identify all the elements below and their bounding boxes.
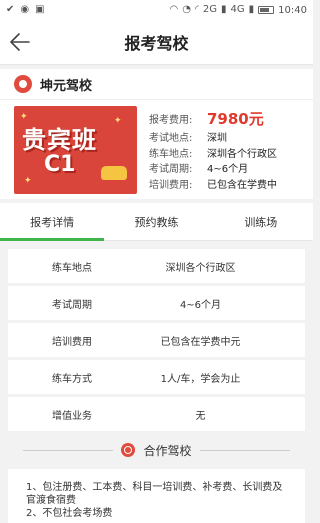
back-arrow-svg [10, 33, 30, 51]
detail-row-training-fee: 培训费用: 已包含在学费中 [149, 176, 299, 191]
row-label: 考试周期 [52, 299, 92, 311]
row-label-cell: 考试周期 [8, 296, 136, 311]
class-banner-image: ✦ ✦ ✦ 贵宾班 C1 [14, 106, 137, 194]
row-value: 已包含在学费中元 [160, 336, 241, 348]
school-header: 坤元驾校 [0, 69, 313, 99]
school-name: 坤元驾校 [40, 78, 93, 94]
section-title: 合作驾校 [143, 443, 192, 458]
fee-notes: 1、包注册费、工本费、科目一培训费、补考费、长训费及官渡食宿费 2、不包社会考场… [8, 469, 305, 523]
detail-label: 考试周期: [149, 164, 193, 176]
detail-list: 练车地点 深圳各个行政区 考试周期 4~6个月 培训费用 已包含在学费中元 练车… [0, 241, 313, 431]
signal-2g-label: 2G [202, 4, 218, 15]
list-item: 考试周期 4~6个月 [8, 286, 305, 320]
detail-value: 深圳 [207, 133, 227, 145]
detail-value: 已包含在学费中 [207, 179, 277, 191]
detail-row-exam-location: 考试地点: 深圳 [149, 129, 299, 144]
list-item: 练车方式 1人/车，学会为止 [8, 360, 305, 394]
car-icon [101, 166, 127, 180]
list-item: 增值业务 无 [8, 397, 305, 431]
school-details: 报考费用: 7980元 考试地点: 深圳 练车地点: 深圳各个行政区 考试周期:… [149, 104, 299, 191]
tab-bar: 报考详情 预约教练 训练场 [0, 203, 313, 241]
row-label-cell: 练车地点 [8, 259, 136, 274]
status-right: ◠ ◔ ◜ 2G ▮ 4G ▮ 10:40 [170, 5, 307, 16]
list-item: 练车地点 深圳各个行政区 [8, 249, 305, 283]
signal-4g-icon: ▮ [248, 4, 255, 15]
row-value: 1人/车，学会为止 [160, 373, 241, 385]
divider [23, 449, 114, 451]
handshake-icon [121, 443, 136, 457]
detail-label: 报考费用: [149, 115, 193, 127]
status-bar: ✔ ◉ ▣ ◠ ◔ ◜ 2G ▮ 4G ▮ 10:40 [0, 0, 313, 20]
detail-label: 考试地点: [149, 133, 193, 145]
school-badge-icon [14, 75, 32, 93]
banner-class-name: 贵宾班 [22, 126, 97, 154]
note-line: 1、包注册费、工本费、科目一培训费、补考费、长训费及官渡食宿费 [26, 482, 283, 506]
tab-book-coach[interactable]: 预约教练 [104, 203, 208, 240]
row-label: 增值业务 [52, 410, 92, 422]
school-info: ✦ ✦ ✦ 贵宾班 C1 报考费用: 7980元 考试地点: 深圳 练车地点: … [0, 99, 313, 199]
detail-label: 培训费用: [149, 179, 193, 191]
wifi-icon: ◜ [195, 4, 199, 15]
price-value: 7980元 [207, 110, 264, 129]
battery-icon [258, 6, 275, 14]
app-bar: 报考驾校 [0, 20, 313, 65]
divider [199, 449, 290, 451]
row-value: 无 [195, 410, 206, 422]
arrow-left-icon[interactable] [9, 31, 31, 53]
page-title: 报考驾校 [124, 34, 189, 53]
banner-license-type: C1 [44, 152, 76, 177]
status-left: ✔ ◉ ▣ [6, 5, 45, 15]
star-icon: ✦ [114, 116, 122, 126]
row-label-cell: 增值业务 [8, 407, 136, 422]
row-value: 深圳各个行政区 [165, 262, 236, 274]
detail-value: 深圳各个行政区 [207, 148, 277, 160]
detail-row-exam-period: 考试周期: 4~6个月 [149, 160, 299, 175]
status-time: 10:40 [278, 4, 307, 16]
detail-row-fee: 报考费用: 7980元 [149, 108, 299, 129]
row-label-cell: 练车方式 [8, 370, 136, 385]
row-value: 4~6个月 [179, 299, 222, 311]
row-label: 练车方式 [52, 373, 92, 385]
signal-2g-icon: ▮ [221, 4, 227, 15]
star-icon: ✦ [24, 176, 32, 186]
detail-label: 练车地点: [149, 148, 193, 160]
tab-registration-details[interactable]: 报考详情 [0, 203, 105, 241]
check-icon: ✔ [6, 4, 15, 15]
detail-value: 4~6个月 [207, 164, 249, 176]
row-label: 练车地点 [52, 262, 92, 274]
signal-4g-label: 4G [230, 4, 245, 15]
detail-row-practice-location: 练车地点: 深圳各个行政区 [149, 145, 299, 160]
list-item: 培训费用 已包含在学费中元 [8, 323, 305, 357]
partner-section-header: 合作驾校 [0, 435, 313, 465]
row-label-cell: 培训费用 [8, 333, 136, 348]
image-icon: ▣ [35, 4, 45, 15]
note-line: 2、不包社会考场费 [26, 508, 113, 519]
tab-training-ground[interactable]: 训练场 [209, 203, 313, 240]
row-label: 培训费用 [52, 336, 92, 348]
android-icon: ◉ [20, 4, 30, 15]
headset-icon: ◠ [169, 4, 179, 15]
alarm-icon: ◔ [182, 4, 192, 15]
